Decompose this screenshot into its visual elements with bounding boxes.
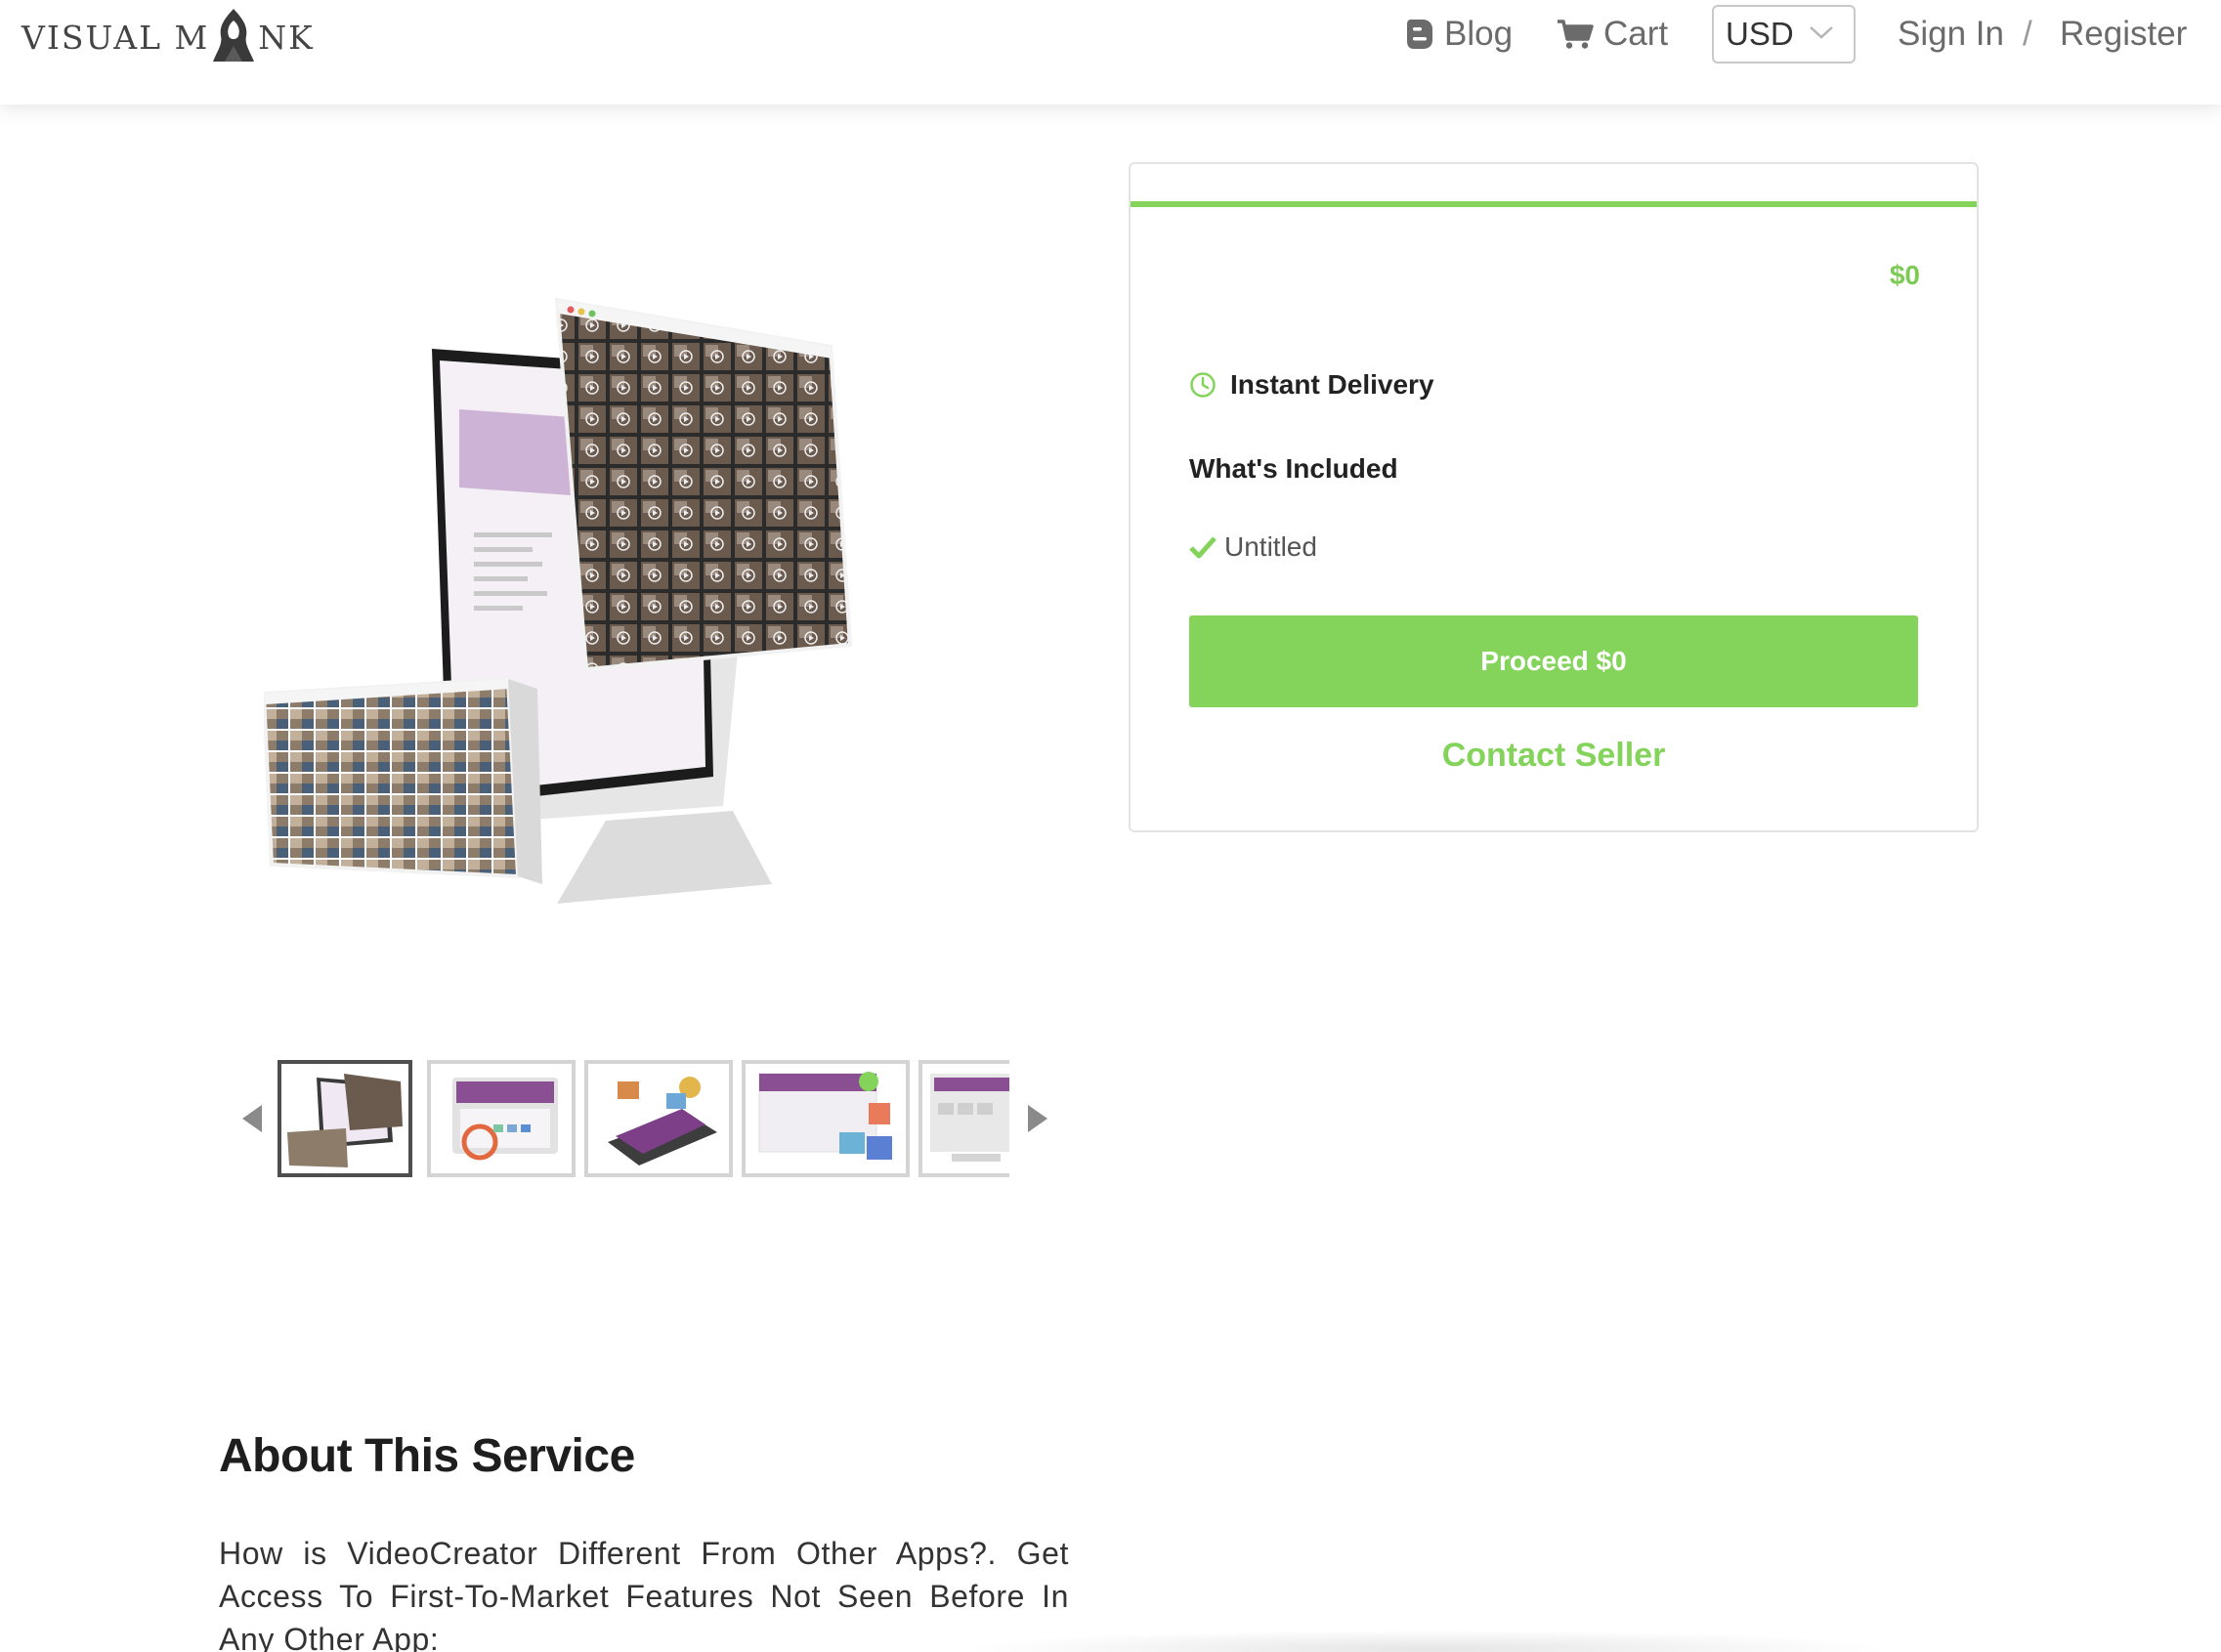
bottom-overlay-shadow xyxy=(958,1630,1896,1652)
thumbnail-image xyxy=(746,1064,906,1173)
arrow-left-icon[interactable] xyxy=(242,1105,262,1132)
thumbnail-1[interactable] xyxy=(278,1060,412,1177)
arrow-right-icon[interactable] xyxy=(1028,1105,1047,1132)
check-icon xyxy=(1189,536,1217,559)
nav-blog-label: Blog xyxy=(1444,15,1514,53)
package-price: $0 xyxy=(1889,260,1920,290)
currency-select[interactable]: USD xyxy=(1712,5,1856,64)
nav-register-link[interactable]: Register xyxy=(2060,0,2187,68)
thumbnail-2[interactable] xyxy=(427,1060,576,1177)
site-header: VISUAL M NK Blog Cart USD Sign In / Regi… xyxy=(0,0,2221,105)
about-title: About This Service xyxy=(219,1430,635,1482)
nav-signin-link[interactable]: Sign In xyxy=(1898,0,2004,68)
logo-text-right: NK xyxy=(258,18,315,57)
contact-seller-link[interactable]: Contact Seller xyxy=(1131,737,1977,775)
order-card: $0 Instant Delivery What's Included Unti… xyxy=(1129,162,1979,832)
site-logo[interactable]: VISUAL M NK xyxy=(21,6,315,68)
included-item: Untitled xyxy=(1189,531,1317,563)
proceed-button[interactable]: Proceed $0 xyxy=(1189,615,1918,707)
logo-text-left: VISUAL M xyxy=(21,18,210,57)
about-description: How is VideoCreator Different From Other… xyxy=(219,1536,1069,1652)
thumbnail-3[interactable] xyxy=(584,1060,733,1177)
delivery-label: Instant Delivery xyxy=(1230,369,1434,400)
thumbnail-image xyxy=(281,1064,408,1173)
blogger-icon xyxy=(1407,20,1432,49)
thumbnail-strip xyxy=(278,1058,1009,1179)
card-accent-bar xyxy=(1131,201,1977,207)
thumbnail-5[interactable] xyxy=(918,1060,1009,1177)
monk-logo-icon xyxy=(213,9,255,62)
thumbnail-image xyxy=(431,1064,572,1173)
included-item-label: Untitled xyxy=(1224,531,1317,562)
nav-blog-link[interactable]: Blog xyxy=(1405,0,1513,68)
included-title: What's Included xyxy=(1189,453,1398,484)
currency-value: USD xyxy=(1726,16,1794,52)
nav-cart-link[interactable]: Cart xyxy=(1557,0,1668,68)
delivery-info: Instant Delivery xyxy=(1189,369,1434,401)
cart-icon xyxy=(1558,20,1594,49)
thumbnail-image xyxy=(922,1064,1009,1173)
chevron-down-icon xyxy=(1810,26,1833,39)
thumbnail-4[interactable] xyxy=(742,1060,910,1177)
product-hero-image xyxy=(264,297,853,904)
nav-separator: / xyxy=(2023,15,2032,53)
thumbnail-image xyxy=(588,1064,729,1173)
nav-cart-label: Cart xyxy=(1603,15,1669,53)
thumbnail-carousel xyxy=(242,1058,1053,1179)
clock-icon xyxy=(1190,372,1216,398)
